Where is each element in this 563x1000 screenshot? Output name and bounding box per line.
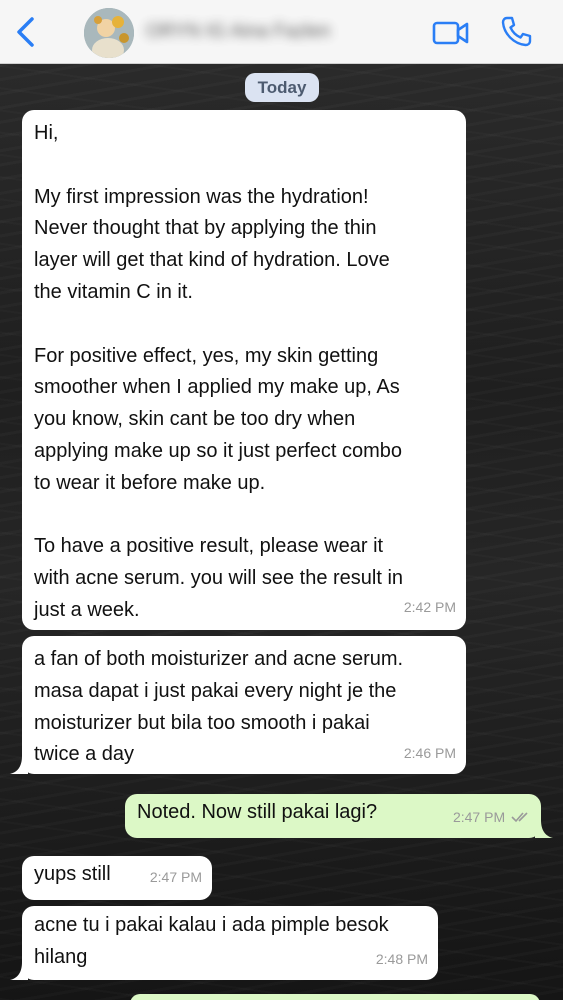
bubble-tail: [10, 962, 28, 980]
chat-header: ORYN IG Aina Fazlen: [0, 0, 563, 64]
bubble-tail: [10, 756, 28, 774]
message-text: a fan of both moisturizer and acne serum…: [34, 648, 404, 766]
chevron-left-icon: [17, 17, 34, 47]
message-time: 2:47 PM: [149, 869, 202, 886]
message-incoming[interactable]: yups still 2:47 PM: [22, 856, 212, 900]
message-time: 2:48 PM: [375, 951, 428, 968]
message-text: acne tu i pakai kalau i ada pimple besok…: [34, 914, 389, 968]
message-outgoing-partial: [130, 994, 540, 1000]
message-time: 2:47 PM: [453, 802, 531, 834]
bubble-tail: [535, 820, 553, 838]
date-separator: Today: [245, 73, 319, 102]
video-camera-icon: [432, 21, 469, 45]
voice-call-button[interactable]: [498, 14, 534, 50]
contact-name[interactable]: ORYN IG Aina Fazlen: [146, 21, 361, 45]
message-time: 2:46 PM: [403, 745, 456, 762]
contact-avatar[interactable]: [84, 8, 134, 58]
message-incoming[interactable]: acne tu i pakai kalau i ada pimple besok…: [22, 906, 438, 980]
message-text: Hi, My first impression was the hydratio…: [34, 122, 404, 621]
message-time: 2:42 PM: [403, 599, 456, 616]
double-check-icon: [511, 812, 528, 823]
video-call-button[interactable]: [431, 16, 471, 50]
back-button[interactable]: [8, 14, 44, 50]
phone-icon: [501, 16, 532, 47]
message-incoming[interactable]: Hi, My first impression was the hydratio…: [22, 110, 466, 630]
message-incoming[interactable]: a fan of both moisturizer and acne serum…: [22, 636, 466, 774]
message-outgoing[interactable]: Noted. Now still pakai lagi? 2:47 PM: [125, 794, 541, 838]
